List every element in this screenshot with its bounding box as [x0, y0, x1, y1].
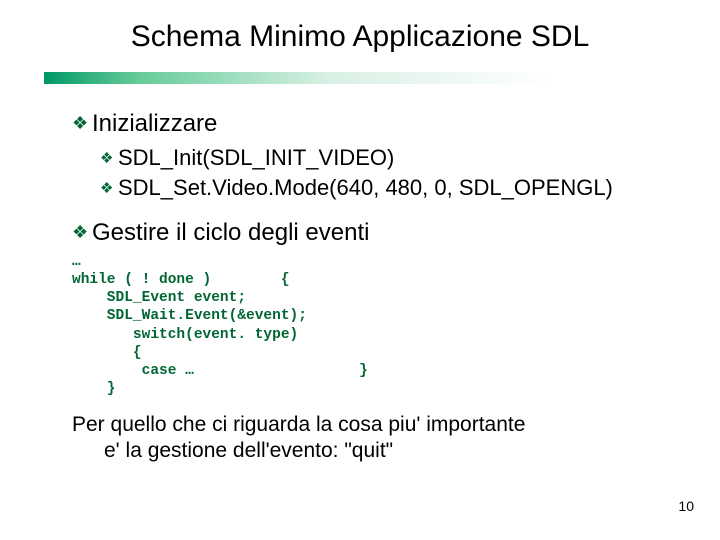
- item-text: SDL_Set.Video.Mode(640, 480, 0, SDL_OPEN…: [118, 175, 613, 200]
- section-heading-init: ❖Inizializzare: [72, 110, 672, 138]
- slide-body: ❖Inizializzare ❖SDL_Init(SDL_INIT_VIDEO)…: [72, 100, 672, 465]
- heading-text: Gestire il ciclo degli eventi: [92, 219, 369, 246]
- code-block: … while ( ! done ) { SDL_Event event; SD…: [72, 253, 672, 398]
- slide-title: Schema Minimo Applicazione SDL: [0, 20, 720, 54]
- closing-line2: e' la gestione dell'evento: "quit": [72, 438, 672, 464]
- heading-text: Inizializzare: [92, 110, 217, 137]
- list-item: ❖SDL_Set.Video.Mode(640, 480, 0, SDL_OPE…: [100, 174, 672, 202]
- diamond-bullet-icon: ❖: [72, 222, 92, 243]
- item-text: SDL_Init(SDL_INIT_VIDEO): [118, 145, 394, 170]
- diamond-bullet-icon: ❖: [72, 113, 92, 134]
- title-underline: [44, 72, 676, 84]
- page-number: 10: [678, 498, 694, 514]
- section-heading-events: ❖Gestire il ciclo degli eventi: [72, 219, 672, 247]
- diamond-bullet-icon: ❖: [100, 150, 118, 169]
- closing-paragraph: Per quello che ci riguarda la cosa piu' …: [72, 412, 672, 465]
- closing-line1: Per quello che ci riguarda la cosa piu' …: [72, 413, 525, 436]
- list-item: ❖SDL_Init(SDL_INIT_VIDEO): [100, 144, 672, 172]
- diamond-bullet-icon: ❖: [100, 180, 118, 199]
- slide: Schema Minimo Applicazione SDL ❖Iniziali…: [0, 0, 720, 540]
